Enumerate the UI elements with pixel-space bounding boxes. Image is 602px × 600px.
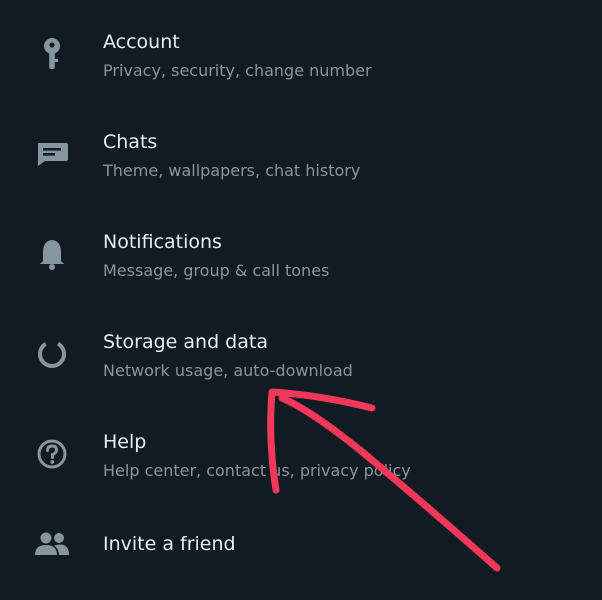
people-icon — [34, 526, 70, 562]
data-usage-icon — [34, 336, 70, 372]
settings-item-invite-a-friend[interactable]: Invite a friend — [0, 500, 602, 600]
settings-item-title: Storage and data — [103, 331, 268, 353]
settings-item-subtitle: Theme, wallpapers, chat history — [103, 161, 361, 180]
settings-item-title: Notifications — [103, 231, 222, 253]
help-icon — [34, 436, 70, 472]
bell-icon — [34, 236, 70, 272]
settings-item-account[interactable]: Account Privacy, security, change number — [0, 0, 602, 100]
settings-item-title: Help — [103, 431, 147, 453]
settings-item-subtitle: Privacy, security, change number — [103, 61, 372, 80]
chat-icon — [34, 136, 70, 172]
settings-item-title: Account — [103, 31, 180, 53]
settings-item-subtitle: Network usage, auto-download — [103, 361, 353, 380]
settings-item-subtitle: Message, group & call tones — [103, 261, 330, 280]
settings-item-title: Chats — [103, 131, 158, 153]
settings-item-title: Invite a friend — [103, 533, 236, 555]
settings-item-notifications[interactable]: Notifications Message, group & call tone… — [0, 200, 602, 300]
settings-item-subtitle: Help center, contact us, privacy policy — [103, 461, 411, 480]
settings-list: Account Privacy, security, change number… — [0, 0, 602, 598]
settings-item-storage-and-data[interactable]: Storage and data Network usage, auto-dow… — [0, 300, 602, 400]
settings-item-chats[interactable]: Chats Theme, wallpapers, chat history — [0, 100, 602, 200]
key-icon — [34, 36, 70, 72]
settings-item-help[interactable]: Help Help center, contact us, privacy po… — [0, 400, 602, 500]
